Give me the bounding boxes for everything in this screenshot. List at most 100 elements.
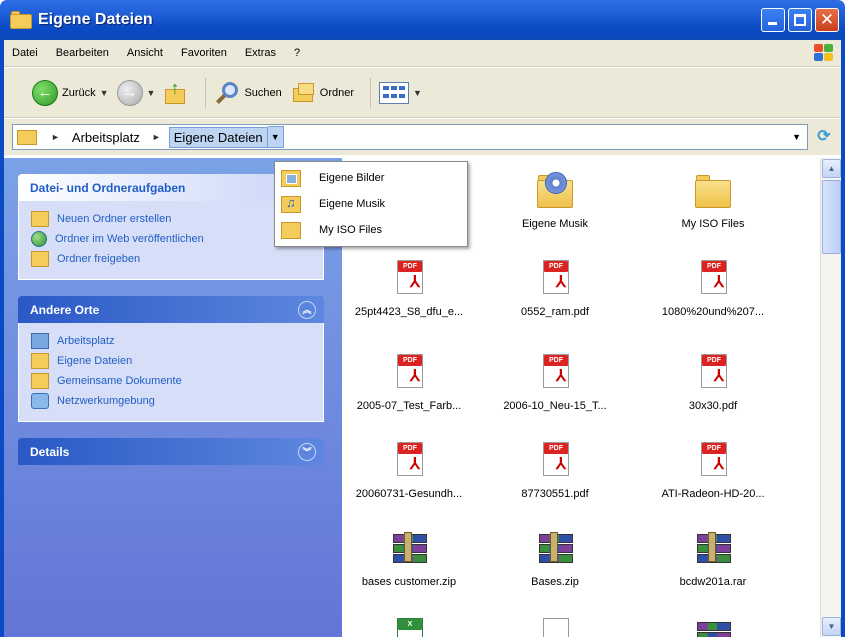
close-icon: ✕ — [819, 10, 835, 30]
maximize-button[interactable] — [788, 8, 812, 32]
pdf-file-icon: PDF ⅄ — [389, 352, 429, 394]
file-label: 25pt4423_S8_dfu_e... — [354, 306, 464, 318]
title-bar[interactable]: Eigene Dateien ✕ — [0, 0, 845, 40]
archive-icon — [389, 528, 429, 570]
vertical-scrollbar[interactable]: ▲ ▼ — [820, 158, 841, 637]
documents-folder-icon — [31, 353, 49, 369]
chevron-right-icon[interactable]: ► — [152, 132, 161, 142]
breadcrumb-dropdown-menu: Eigene Bilder Eigene Musik My ISO Files — [274, 161, 468, 247]
folder-icon — [17, 129, 37, 145]
task-share-folder[interactable]: Ordner freigeben — [31, 249, 311, 269]
folder-up-icon: ↑ — [163, 79, 189, 106]
task-new-folder[interactable]: Neuen Ordner erstellen — [31, 209, 311, 229]
computer-icon — [31, 333, 49, 349]
file-item-partial[interactable] — [480, 616, 630, 637]
file-item-pdf[interactable]: PDF ⅄ 2006-10_Neu-15_T... — [480, 352, 630, 412]
collapse-icon[interactable]: ︽ — [298, 300, 316, 319]
breadcrumb-eigene-dateien[interactable]: Eigene Dateien — [168, 126, 268, 148]
menu-bearbeiten[interactable]: Bearbeiten — [54, 45, 111, 61]
file-item-rar[interactable]: bcdw201a.rar — [638, 528, 788, 588]
archive-icon — [693, 616, 733, 637]
archive-icon — [535, 528, 575, 570]
forward-dropdown-icon[interactable]: ▼ — [147, 88, 156, 98]
scroll-up-icon[interactable]: ▲ — [822, 159, 841, 178]
task-label: Ordner im Web veröffentlichen — [55, 233, 204, 245]
dropdown-item-eigene-musik[interactable]: Eigene Musik — [275, 191, 467, 217]
pictures-folder-icon — [281, 169, 301, 187]
menu-help[interactable]: ? — [292, 45, 302, 61]
close-button[interactable]: ✕ — [815, 8, 839, 32]
file-item-my-iso-files[interactable]: My ISO Files — [638, 170, 788, 230]
file-item-pdf[interactable]: PDF ⅄ 30x30.pdf — [638, 352, 788, 412]
window-controls: ✕ — [761, 8, 839, 32]
file-item-pdf[interactable]: PDF ⅄ 1080%20und%207... — [638, 258, 788, 318]
file-label: ATI-Radeon-HD-20... — [661, 488, 765, 500]
dropdown-item-my-iso-files[interactable]: My ISO Files — [275, 217, 467, 243]
folder-icon — [10, 11, 32, 29]
refresh-icon[interactable]: ⟳ — [814, 127, 834, 147]
file-label: 1080%20und%207... — [661, 306, 765, 318]
chevron-right-icon[interactable]: ► — [51, 132, 60, 142]
up-button[interactable]: ↑ — [163, 79, 189, 106]
folders-button[interactable]: Ordner — [290, 80, 354, 106]
file-item-eigene-musik[interactable]: Eigene Musik — [480, 170, 630, 230]
search-button[interactable]: Suchen — [214, 80, 282, 106]
menu-ansicht[interactable]: Ansicht — [125, 45, 165, 61]
task-publish-web[interactable]: Ordner im Web veröffentlichen — [31, 229, 311, 249]
views-dropdown-icon[interactable]: ▼ — [413, 88, 422, 98]
other-places-panel: Andere Orte ︽ Arbeitsplatz Eigene Dateie… — [18, 296, 324, 422]
file-item-pdf[interactable]: PDF ⅄ 87730551.pdf — [480, 440, 630, 500]
back-label: Zurück — [62, 86, 96, 99]
chevron-down-icon[interactable]: ▼ — [267, 126, 284, 148]
window-frame-right — [841, 40, 845, 637]
file-item-pdf[interactable]: PDF ⅄ 20060731-Gesundh... — [342, 440, 484, 500]
file-label: Bases.zip — [531, 576, 579, 588]
file-item-pdf[interactable]: PDF ⅄ 0552_ram.pdf — [480, 258, 630, 318]
file-label: bcdw201a.rar — [679, 576, 747, 588]
expand-icon[interactable]: ︾ — [298, 442, 316, 461]
dropdown-label: My ISO Files — [319, 224, 382, 236]
other-places-header[interactable]: Andere Orte ︽ — [18, 296, 324, 323]
address-dropdown-icon[interactable]: ▼ — [792, 132, 801, 142]
dropdown-label: Eigene Bilder — [319, 172, 385, 184]
file-item-pdf[interactable]: PDF ⅄ 2005-07_Test_Farb... — [342, 352, 484, 412]
music-folder-icon — [281, 195, 301, 213]
breadcrumb-arbeitsplatz[interactable]: Arbeitsplatz — [68, 128, 144, 147]
scroll-down-icon[interactable]: ▼ — [822, 617, 841, 636]
details-title: Details — [30, 444, 70, 459]
forward-arrow-icon: → — [116, 79, 143, 106]
place-netzwerkumgebung[interactable]: Netzwerkumgebung — [31, 391, 311, 411]
pdf-file-icon: PDF ⅄ — [535, 440, 575, 482]
toolbar-separator — [370, 77, 372, 108]
file-item-pdf[interactable]: PDF ⅄ 25pt4423_S8_dfu_e... — [342, 258, 484, 318]
breadcrumb[interactable]: ► Arbeitsplatz ► Eigene Dateien ▼ ▼ — [12, 124, 808, 150]
file-item-pdf[interactable]: PDF ⅄ ATI-Radeon-HD-20... — [638, 440, 788, 500]
scrollbar-thumb[interactable] — [822, 180, 841, 254]
file-item-zip[interactable]: Bases.zip — [480, 528, 630, 588]
place-arbeitsplatz[interactable]: Arbeitsplatz — [31, 331, 311, 351]
file-item-zip[interactable]: bases customer.zip — [342, 528, 484, 588]
file-label: My ISO Files — [681, 218, 745, 230]
views-button[interactable]: ▼ — [379, 81, 422, 104]
file-label: 87730551.pdf — [521, 488, 589, 500]
menu-favoriten[interactable]: Favoriten — [179, 45, 229, 61]
file-label: Eigene Musik — [521, 218, 589, 230]
dropdown-item-eigene-bilder[interactable]: Eigene Bilder — [275, 165, 467, 191]
file-tasks-title: Datei- und Ordneraufgaben — [30, 180, 186, 195]
back-dropdown-icon[interactable]: ▼ — [100, 88, 109, 98]
task-label: Neuen Ordner erstellen — [57, 213, 172, 225]
place-gemeinsame-dokumente[interactable]: Gemeinsame Dokumente — [31, 371, 311, 391]
back-button[interactable]: ← Zurück ▼ — [32, 79, 109, 106]
minimize-button[interactable] — [761, 8, 785, 32]
file-item-partial[interactable] — [638, 616, 788, 637]
forward-button[interactable]: → ▼ — [116, 79, 156, 106]
pdf-file-icon: PDF ⅄ — [389, 440, 429, 482]
menu-datei[interactable]: Datei — [10, 45, 40, 61]
details-header[interactable]: Details ︾ — [18, 438, 324, 465]
file-item-partial[interactable]: X — [342, 616, 484, 637]
place-eigene-dateien[interactable]: Eigene Dateien — [31, 351, 311, 371]
menu-extras[interactable]: Extras — [243, 45, 278, 61]
task-label: Ordner freigeben — [57, 253, 141, 265]
place-label: Arbeitsplatz — [57, 335, 115, 347]
window-title: Eigene Dateien — [38, 11, 153, 28]
